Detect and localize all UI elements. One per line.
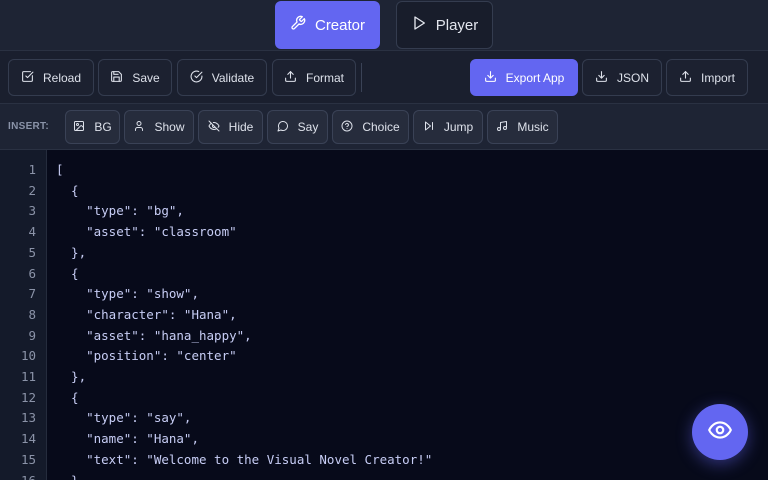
speech-bubble-icon <box>277 120 289 135</box>
line-number: 6 <box>28 265 36 281</box>
code-line[interactable]: }, <box>56 244 86 262</box>
export-app-label: Export App <box>505 70 565 85</box>
insert-music-button[interactable]: Music <box>487 110 558 144</box>
insert-show-button[interactable]: Show <box>124 110 194 144</box>
line-number: 7 <box>28 286 36 302</box>
line-number: 11 <box>20 369 36 384</box>
code-line[interactable]: }, <box>56 472 86 480</box>
format-button[interactable]: Format <box>272 59 356 96</box>
line-number: 13 <box>20 410 36 426</box>
insert-say-button[interactable]: Say <box>267 110 328 144</box>
code-line[interactable]: "type": "bg", <box>56 202 184 220</box>
download-icon <box>484 70 497 86</box>
save-icon <box>110 70 123 86</box>
app-root: Creator Player Reload Save Validate Form… <box>0 0 768 480</box>
line-number: 10 <box>20 348 36 364</box>
insert-choice-button[interactable]: Choice <box>332 110 409 144</box>
code-line[interactable]: { <box>56 182 79 200</box>
insert-bg-button[interactable]: BG <box>65 110 120 144</box>
code-line[interactable]: "type": "say", <box>56 409 191 427</box>
insert-hide-label: Hide <box>228 120 254 134</box>
insert-choice-label: Choice <box>362 120 400 134</box>
download-icon <box>595 70 608 86</box>
insert-show-label: Show <box>154 120 185 134</box>
eye-off-icon <box>208 120 220 135</box>
line-number: 4 <box>28 224 36 240</box>
code-line[interactable]: "character": "Hana", <box>56 306 237 324</box>
insert-label: INSERT: <box>8 121 49 132</box>
code-line[interactable]: "asset": "hana_happy", <box>56 327 252 345</box>
wrench-icon <box>290 15 306 35</box>
creator-mode-button[interactable]: Creator <box>275 1 380 49</box>
format-label: Format <box>305 70 344 85</box>
insert-jump-button[interactable]: Jump <box>413 110 483 144</box>
skip-forward-icon <box>423 120 435 135</box>
save-button[interactable]: Save <box>98 59 172 96</box>
validate-button[interactable]: Validate <box>177 59 267 96</box>
line-number-gutter: 1 2 3 4 5 6 7 8 9 10 11 12 13 14 15 16 <box>0 150 47 480</box>
player-mode-button[interactable]: Player <box>396 1 493 49</box>
line-number: 2 <box>28 182 36 198</box>
insert-say-label: Say <box>297 120 319 134</box>
insert-bar: INSERT: BG Show Hide Say Choice Jump Mus… <box>0 104 768 150</box>
insert-hide-button[interactable]: Hide <box>198 110 263 144</box>
insert-bg-label: BG <box>94 120 112 134</box>
line-number: 8 <box>28 306 36 322</box>
validate-label: Validate <box>211 70 255 85</box>
reload-label: Reload <box>42 70 82 85</box>
import-button[interactable]: Import <box>666 59 748 96</box>
main-toolbar: Reload Save Validate Format Export App J… <box>0 50 768 104</box>
upload-icon <box>679 70 692 86</box>
line-number: 3 <box>28 203 36 219</box>
code-line[interactable]: { <box>56 265 79 283</box>
code-line[interactable]: }, <box>56 368 86 386</box>
eye-icon <box>707 417 733 448</box>
line-number: 1 <box>28 162 36 177</box>
insert-music-label: Music <box>517 120 549 134</box>
user-icon <box>133 120 145 135</box>
code-line[interactable]: "type": "show", <box>56 285 199 303</box>
json-export-button[interactable]: JSON <box>582 59 662 96</box>
play-icon <box>411 15 427 35</box>
json-label: JSON <box>616 70 649 85</box>
code-line[interactable]: "name": "Hana", <box>56 430 199 448</box>
toolbar-divider <box>361 63 362 92</box>
import-label: Import <box>700 70 735 85</box>
export-app-button[interactable]: Export App <box>470 59 578 96</box>
save-label: Save <box>132 70 160 85</box>
player-mode-label: Player <box>435 16 479 34</box>
preview-button[interactable] <box>692 404 748 460</box>
upload-icon <box>284 70 297 86</box>
line-number: 14 <box>20 431 36 447</box>
line-number: 5 <box>28 244 36 260</box>
checkbox-icon <box>21 70 34 86</box>
creator-mode-label: Creator <box>314 16 366 34</box>
code-editor[interactable]: 1 2 3 4 5 6 7 8 9 10 11 12 13 14 15 16 [… <box>0 150 768 480</box>
code-line[interactable]: "text": "Welcome to the Visual Novel Cre… <box>56 451 432 469</box>
music-note-icon <box>496 120 508 135</box>
help-circle-icon <box>341 120 353 135</box>
line-number: 12 <box>20 389 36 405</box>
code-line[interactable]: "asset": "classroom" <box>56 223 237 241</box>
check-circle-icon <box>190 70 203 86</box>
line-number: 9 <box>28 327 36 343</box>
mode-bar: Creator Player <box>0 0 768 50</box>
insert-jump-label: Jump <box>443 120 474 134</box>
code-line[interactable]: [ <box>56 161 64 179</box>
code-line[interactable]: "position": "center" <box>56 347 237 365</box>
code-line[interactable]: { <box>56 389 79 407</box>
image-icon <box>73 120 85 135</box>
reload-button[interactable]: Reload <box>8 59 94 96</box>
line-number: 16 <box>20 472 36 480</box>
line-number: 15 <box>20 451 36 467</box>
